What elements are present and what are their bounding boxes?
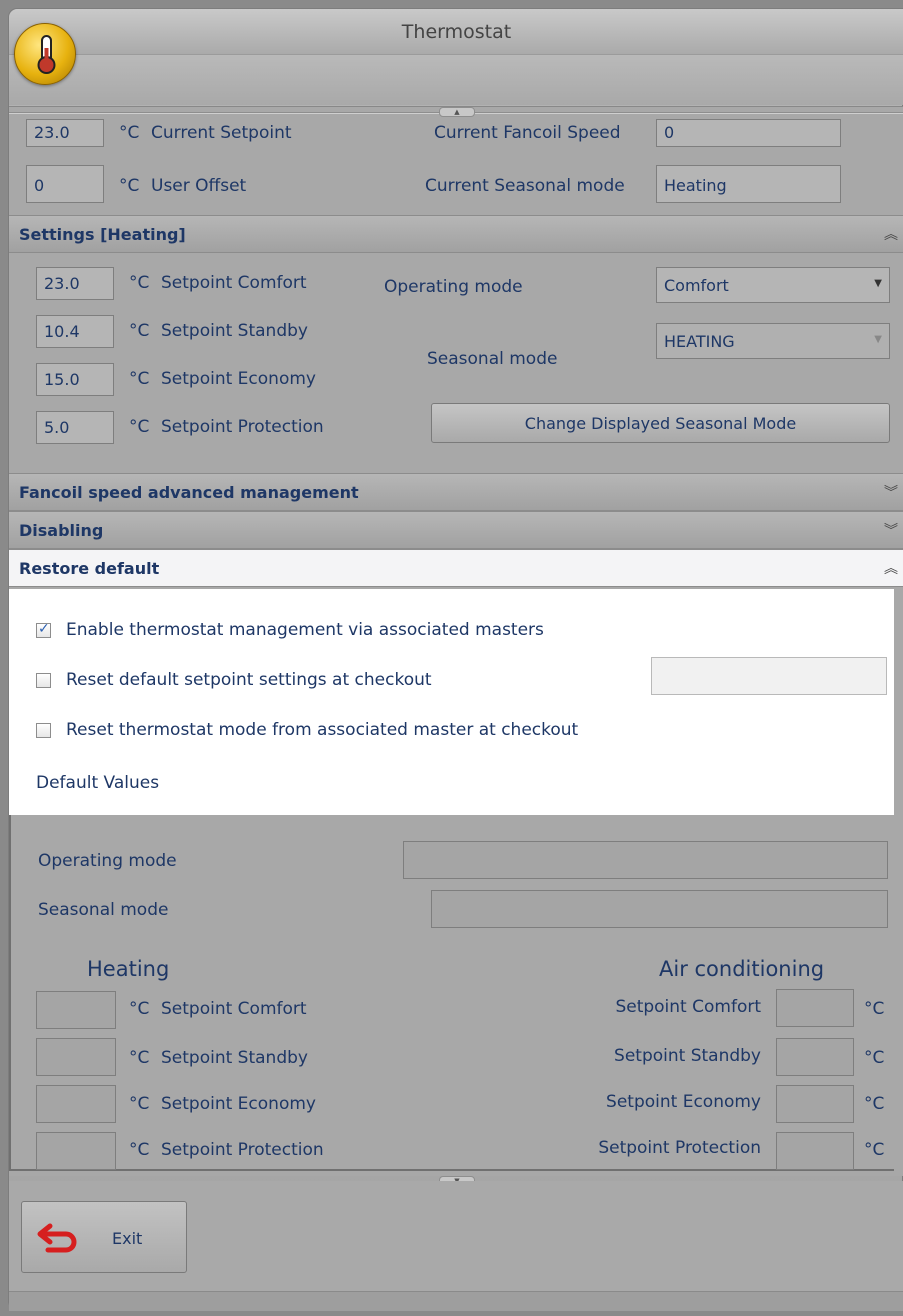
dropdown-arrow-icon: ▼ xyxy=(874,334,882,345)
default-seasonal-mode-label: Seasonal mode xyxy=(38,900,169,920)
title-bar: Thermostat xyxy=(9,9,903,55)
current-seasonal-value: Heating xyxy=(656,165,841,203)
current-setpoint-value: 23.0 xyxy=(26,119,104,147)
setpoint-protection-unit: °C xyxy=(129,417,150,437)
status-bar xyxy=(9,1291,903,1311)
chevron-up-icon[interactable]: ︽ xyxy=(884,224,898,244)
ac-economy-unit: °C xyxy=(864,1094,885,1114)
heating-comfort-field[interactable] xyxy=(36,991,116,1029)
settings-header-label: Settings [Heating] xyxy=(19,225,186,244)
ac-protection-field[interactable] xyxy=(776,1132,854,1170)
setpoint-standby-unit: °C xyxy=(129,321,150,341)
setpoint-economy-unit: °C xyxy=(129,369,150,389)
current-seasonal-label: Current Seasonal mode xyxy=(425,176,625,196)
ac-standby-label: Setpoint Standby xyxy=(614,1046,761,1066)
setpoint-standby-value[interactable]: 10.4 xyxy=(36,315,114,348)
window-title: Thermostat xyxy=(401,21,512,43)
user-offset-value: 0 xyxy=(26,165,104,203)
setpoint-comfort-unit: °C xyxy=(129,273,150,293)
heating-standby-field[interactable] xyxy=(36,1038,116,1076)
disabling-section-label: Disabling xyxy=(19,521,104,540)
reset-setpoint-label: Reset default setpoint settings at check… xyxy=(66,670,432,690)
settings-header[interactable]: Settings [Heating] ︽ xyxy=(9,215,903,253)
restore-section-header[interactable]: Restore default ︽ xyxy=(9,549,903,587)
chevron-down-icon[interactable]: ︾ xyxy=(884,482,898,502)
ribbon-bar xyxy=(9,55,903,105)
heating-title: Heating xyxy=(87,957,170,981)
ac-title: Air conditioning xyxy=(659,957,825,981)
exit-label: Exit xyxy=(112,1229,143,1248)
heating-protection-unit: °C xyxy=(129,1140,150,1160)
bottom-toolbar: Exit xyxy=(9,1181,903,1291)
reset-mode-checkbox[interactable] xyxy=(36,723,51,738)
dropdown-arrow-icon: ▼ xyxy=(874,278,882,289)
thermometer-icon xyxy=(14,23,76,85)
ac-standby-field[interactable] xyxy=(776,1038,854,1076)
heating-comfort-unit: °C xyxy=(129,999,150,1019)
current-fancoil-label: Current Fancoil Speed xyxy=(434,123,621,143)
heating-economy-field[interactable] xyxy=(36,1085,116,1123)
reset-setpoint-checkbox[interactable] xyxy=(36,673,51,688)
top-collapse-grip[interactable]: ▲ xyxy=(9,107,903,119)
seasonal-mode-value: HEATING xyxy=(664,332,735,351)
heating-protection-label: Setpoint Protection xyxy=(161,1140,324,1160)
setpoint-comfort-value[interactable]: 23.0 xyxy=(36,267,114,300)
restore-section-label: Restore default xyxy=(19,559,160,578)
default-values-label: Default Values xyxy=(36,773,160,793)
fancoil-section-header[interactable]: Fancoil speed advanced management ︾ xyxy=(9,473,903,511)
user-offset-label: User Offset xyxy=(151,176,247,196)
ac-economy-field[interactable] xyxy=(776,1085,854,1123)
operating-mode-value: Comfort xyxy=(664,276,729,295)
default-values-panel: Operating mode Seasonal mode Heating Air… xyxy=(9,815,894,1171)
heating-economy-unit: °C xyxy=(129,1094,150,1114)
chevron-down-icon[interactable]: ︾ xyxy=(884,520,898,540)
reset-mode-label: Reset thermostat mode from associated ma… xyxy=(66,720,579,740)
heating-standby-unit: °C xyxy=(129,1048,150,1068)
seasonal-mode-dropdown[interactable]: HEATING ▼ xyxy=(656,323,890,359)
reset-setpoint-field[interactable] xyxy=(651,657,887,695)
enable-management-label: Enable thermostat management via associa… xyxy=(66,620,544,640)
ac-protection-label: Setpoint Protection xyxy=(598,1138,761,1158)
operating-mode-label: Operating mode xyxy=(384,277,523,297)
setpoint-economy-label: Setpoint Economy xyxy=(161,369,316,389)
thermostat-window: Thermostat ▲ 23.0 °C Current Setpoint Cu… xyxy=(8,8,903,1311)
setpoint-standby-label: Setpoint Standby xyxy=(161,321,308,341)
exit-arrow-icon xyxy=(36,1220,80,1261)
current-setpoint-label: Current Setpoint xyxy=(151,123,292,143)
exit-button[interactable]: Exit xyxy=(21,1201,187,1273)
change-seasonal-mode-button[interactable]: Change Displayed Seasonal Mode xyxy=(431,403,890,443)
ac-comfort-label: Setpoint Comfort xyxy=(615,997,761,1017)
fancoil-section-label: Fancoil speed advanced management xyxy=(19,483,359,502)
user-offset-unit: °C xyxy=(119,176,140,196)
current-setpoint-unit: °C xyxy=(119,123,140,143)
default-operating-mode-field[interactable] xyxy=(403,841,888,879)
heating-standby-label: Setpoint Standby xyxy=(161,1048,308,1068)
heating-comfort-label: Setpoint Comfort xyxy=(161,999,307,1019)
setpoint-comfort-label: Setpoint Comfort xyxy=(161,273,307,293)
current-fancoil-value: 0 xyxy=(656,119,841,147)
operating-mode-dropdown[interactable]: Comfort ▼ xyxy=(656,267,890,303)
heating-economy-label: Setpoint Economy xyxy=(161,1094,316,1114)
default-operating-mode-label: Operating mode xyxy=(38,851,177,871)
seasonal-mode-label: Seasonal mode xyxy=(427,349,558,369)
heating-protection-field[interactable] xyxy=(36,1132,116,1170)
setpoint-economy-value[interactable]: 15.0 xyxy=(36,363,114,396)
enable-management-checkbox[interactable] xyxy=(36,621,51,638)
chevron-up-icon[interactable]: ︽ xyxy=(884,558,898,578)
setpoint-protection-value[interactable]: 5.0 xyxy=(36,411,114,444)
ac-protection-unit: °C xyxy=(864,1140,885,1160)
ac-comfort-unit: °C xyxy=(864,999,885,1019)
restore-default-panel: Enable thermostat management via associa… xyxy=(9,589,894,815)
default-seasonal-mode-field[interactable] xyxy=(431,890,888,928)
ac-comfort-field[interactable] xyxy=(776,989,854,1027)
disabling-section-header[interactable]: Disabling ︾ xyxy=(9,511,903,549)
ac-economy-label: Setpoint Economy xyxy=(606,1092,761,1112)
ac-standby-unit: °C xyxy=(864,1048,885,1068)
setpoint-protection-label: Setpoint Protection xyxy=(161,417,324,437)
